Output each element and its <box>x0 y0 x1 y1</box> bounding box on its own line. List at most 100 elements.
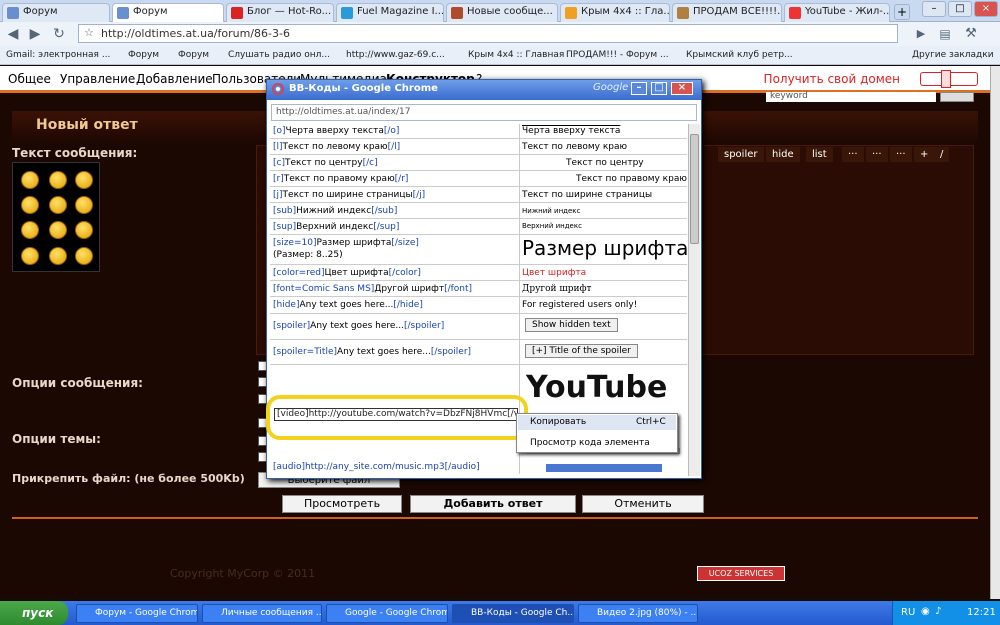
smile-icon[interactable] <box>49 221 67 239</box>
popup-maximize-button[interactable]: □ <box>651 82 667 95</box>
forward-icon[interactable]: ▶ <box>26 25 44 43</box>
spoiler-button[interactable]: spoiler <box>718 147 764 162</box>
smile-icon[interactable] <box>21 196 39 214</box>
popup-scrollbar[interactable] <box>688 124 700 476</box>
browser-tab-0[interactable]: Форум <box>2 3 110 22</box>
volume-icon[interactable]: ♪ <box>935 606 941 617</box>
taskbar-item-4[interactable]: Видео 2.jpg (80%) - ... <box>578 604 698 623</box>
highlight-annotation <box>266 395 528 440</box>
browser-tab-2[interactable]: Блог — Hot-Ro... <box>226 3 334 22</box>
taskbar-item-1[interactable]: Личные сообщения ... <box>202 604 322 623</box>
smile-icon[interactable] <box>75 171 93 189</box>
result-cell: Текст по правому краю <box>576 174 687 184</box>
add-button[interactable]: + <box>914 147 935 162</box>
menu-item-inspect[interactable]: Просмотр кода элемента <box>518 436 676 451</box>
menu-add[interactable]: Добавление <box>136 72 213 86</box>
menu-item-copy[interactable]: Копировать Ctrl+C <box>518 415 676 430</box>
footer-divider <box>12 517 978 519</box>
browser-tab-7[interactable]: YouTube - Жил-... <box>784 3 890 22</box>
result-cell: For registered users only! <box>522 300 638 310</box>
search-button[interactable] <box>940 92 974 102</box>
smile-icon[interactable] <box>21 171 39 189</box>
reload-icon[interactable]: ↻ <box>50 25 68 43</box>
bookmark-5[interactable]: Крым 4х4 :: Главная <box>468 50 564 60</box>
bbcode-cell: [spoiler=Title]Any text goes here...[/sp… <box>273 347 472 357</box>
result-cell: Текст по центру <box>566 158 644 168</box>
menu-general[interactable]: Общее <box>8 72 51 86</box>
bookmark-4[interactable]: http://www.gaz-69.c... <box>346 50 445 60</box>
result-cell: Черта вверху текста <box>522 126 621 136</box>
hide-button[interactable]: hide <box>766 147 800 162</box>
copyright-text: Copyright MyCorp © 2011 <box>170 567 316 580</box>
smile-icon[interactable] <box>75 196 93 214</box>
close-button[interactable]: × <box>974 1 998 17</box>
star-icon[interactable]: ☆ <box>84 26 94 39</box>
smile-icon[interactable] <box>21 221 39 239</box>
bookmark-6[interactable]: ПРОДАМ!!! - Форум ... <box>566 50 669 60</box>
youtube-icon <box>789 7 801 19</box>
bookmark-7[interactable]: Крымский клуб ретр... <box>686 50 793 60</box>
popup-close-button[interactable]: × <box>671 82 693 95</box>
editor-option-button[interactable]: ··· <box>890 147 912 162</box>
ucoz-badge[interactable]: UCOZ SERVICES <box>697 566 785 581</box>
page-icon[interactable]: ▤ <box>936 25 954 43</box>
smile-icon[interactable] <box>75 221 93 239</box>
language-indicator[interactable]: RU <box>901 607 915 618</box>
smile-icon[interactable] <box>21 247 39 265</box>
bbcode-cell: [o]Черта вверху текста[/o] <box>273 126 400 136</box>
search-input[interactable]: keyword <box>766 92 936 102</box>
new-tab-button[interactable]: + <box>894 4 910 20</box>
bbcode-cell: [c]Текст по центру[/c] <box>273 158 378 168</box>
tray-icon[interactable]: ◉ <box>921 606 930 617</box>
bookmark-0[interactable]: Gmail: электронная ... <box>6 50 110 60</box>
bbcode-cell: [color=red]Цвет шрифта[/color] <box>273 268 421 278</box>
cancel-button[interactable]: Отменить <box>582 495 704 513</box>
browser-tab-6[interactable]: ПРОДАМ ВСЕ!!!!... <box>672 3 782 22</box>
smile-icon[interactable] <box>49 196 67 214</box>
menu-management[interactable]: Управление <box>60 72 135 86</box>
page-menu-icon[interactable]: ▶ <box>912 25 930 43</box>
page-scrollbar[interactable] <box>990 66 1000 599</box>
back-icon[interactable]: ◀ <box>4 25 22 43</box>
smile-icon[interactable] <box>75 247 93 265</box>
get-domain-link[interactable]: Получить свой домен <box>764 72 900 86</box>
taskbar-item-0[interactable]: Форум - Google Chrome <box>76 604 198 623</box>
table-row: [sub]Нижний индекс[/sub] Нижний индекс <box>270 203 687 219</box>
bookmark-1[interactable]: Форум <box>128 50 159 60</box>
browser-tab-3[interactable]: Fuel Magazine I... <box>336 3 444 22</box>
submit-reply-button[interactable]: Добавить ответ <box>410 495 576 513</box>
other-bookmarks[interactable]: Другие закладки <box>912 50 994 60</box>
popup-titlebar[interactable]: BB-Коды - Google Chrome Google – □ × <box>267 80 701 100</box>
preview-button[interactable]: Просмотреть <box>282 495 402 513</box>
show-hidden-text-button[interactable]: Show hidden text <box>525 318 618 332</box>
smile-icon[interactable] <box>49 171 67 189</box>
taskbar-item-2[interactable]: Google - Google Chrome <box>326 604 448 623</box>
editor-option-button[interactable]: ··· <box>866 147 888 162</box>
smile-icon[interactable] <box>49 247 67 265</box>
minimize-button[interactable]: – <box>922 1 946 17</box>
popup-minimize-button[interactable]: – <box>631 82 647 95</box>
bbcode-cell: [hide]Any text goes here...[/hide] <box>273 300 423 310</box>
k-icon <box>565 7 577 19</box>
audio-player[interactable] <box>546 464 662 472</box>
bookmark-2[interactable]: Форум <box>178 50 209 60</box>
spoiler-title-button[interactable]: [+] Title of the spoiler <box>525 344 638 358</box>
italic-button[interactable]: / <box>934 147 950 162</box>
editor-option-button[interactable]: ··· <box>842 147 864 162</box>
browser-tab-1[interactable]: Форум <box>112 3 224 22</box>
list-button[interactable]: list <box>806 147 833 162</box>
clock: 12:21 <box>967 607 996 618</box>
start-button[interactable]: пуск <box>0 601 68 625</box>
browser-tab-4[interactable]: Новые сообще... <box>446 3 558 22</box>
popup-address-bar[interactable]: http://oldtimes.at.ua/index/17 <box>271 104 697 121</box>
slider-widget[interactable] <box>920 70 978 88</box>
bbcode-cell: [sup]Верхний индекс[/sup] <box>273 222 400 232</box>
table-row: [r]Текст по правому краю[/r] Текст по пр… <box>270 171 687 187</box>
wrench-icon[interactable]: ⚒ <box>962 25 980 43</box>
address-bar[interactable]: ☆ http://oldtimes.at.ua/forum/86-3-6 <box>78 24 898 43</box>
taskbar-item-3[interactable]: BB-Коды - Google Ch... <box>452 604 574 623</box>
bookmark-3[interactable]: Слушать радио онл... <box>228 50 330 60</box>
maximize-button[interactable]: □ <box>948 1 972 17</box>
smiles-panel <box>12 162 100 272</box>
browser-tab-5[interactable]: Крым 4х4 :: Гла... <box>560 3 670 22</box>
